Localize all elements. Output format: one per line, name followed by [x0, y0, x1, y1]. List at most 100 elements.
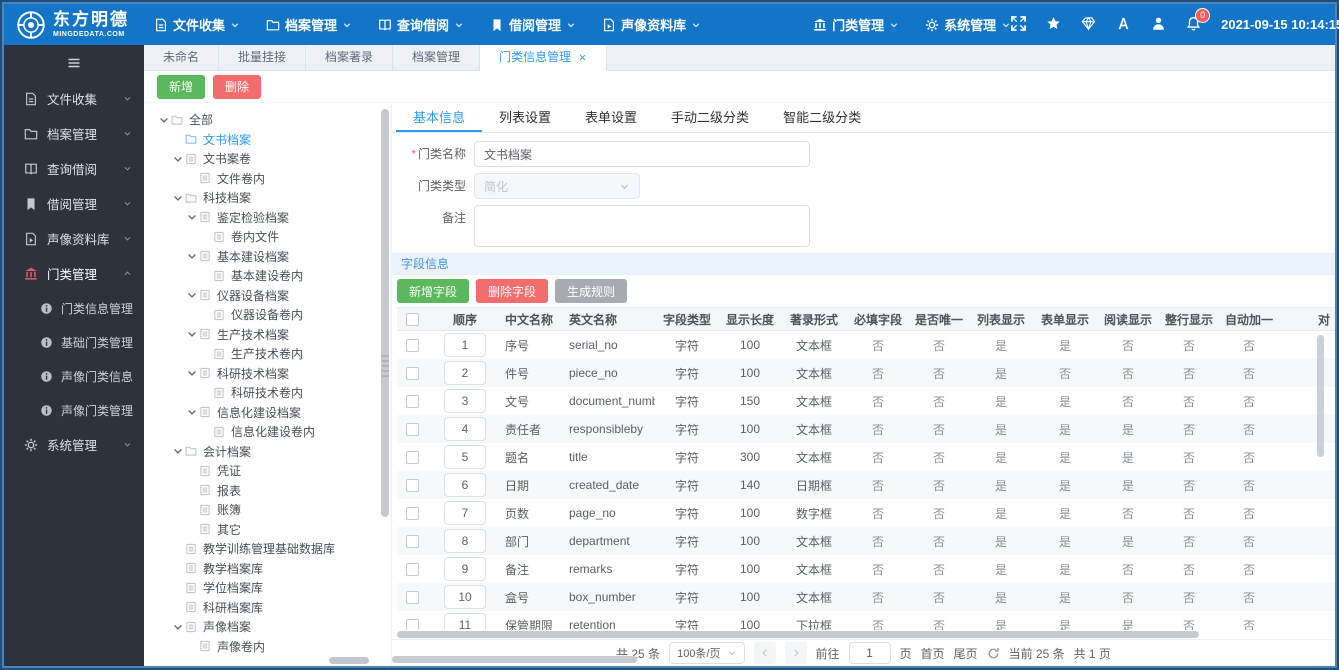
row-checkbox[interactable]	[405, 395, 419, 409]
order-input[interactable]	[444, 417, 486, 441]
first-page-link[interactable]: 首页	[921, 645, 945, 662]
next-page-button[interactable]	[784, 642, 807, 664]
topnav-item-archive-manage[interactable]: 档案管理	[266, 15, 352, 34]
topnav-item-system-manage[interactable]: 系统管理	[925, 15, 1011, 34]
row-checkbox[interactable]	[405, 535, 419, 549]
generate-rule-button[interactable]: 生成规则	[555, 279, 628, 303]
chevron-down-icon[interactable]	[186, 406, 198, 418]
tree-item[interactable]: 仪器设备档案	[148, 286, 379, 306]
sidebar-subitem[interactable]: 基础门类管理	[4, 325, 144, 359]
chevron-down-icon[interactable]	[172, 621, 184, 633]
add-button[interactable]: 新增	[157, 74, 206, 99]
tab-批量挂接[interactable]: 批量挂接	[219, 45, 307, 70]
notifications-button[interactable]: 0	[1186, 7, 1211, 34]
row-checkbox[interactable]	[405, 563, 419, 577]
gem-button[interactable]	[1081, 16, 1096, 34]
tree-item[interactable]: 声像卷内	[148, 637, 379, 657]
tree-horizontal-scrollbar[interactable]	[144, 657, 371, 664]
fullscreen-button[interactable]	[1011, 15, 1027, 34]
tree-item[interactable]: 仪器设备卷内	[148, 305, 379, 325]
tab-档案管理[interactable]: 档案管理	[393, 45, 481, 70]
tree-item[interactable]: 全部	[148, 110, 379, 130]
tree-item[interactable]: 信息化建设档案	[148, 403, 379, 423]
order-input[interactable]	[444, 529, 486, 553]
row-checkbox[interactable]	[405, 507, 419, 521]
sidebar-subitem[interactable]: 声像门类信息	[4, 359, 144, 393]
tree-item[interactable]: 科研档案库	[148, 598, 379, 618]
row-checkbox[interactable]	[405, 423, 419, 437]
topnav-item-media-library[interactable]: 声像资料库	[602, 15, 701, 34]
order-input[interactable]	[444, 585, 486, 609]
detail-tab-基本信息[interactable]: 基本信息	[396, 103, 483, 132]
splitter-grip[interactable]	[382, 355, 389, 379]
page-size-select[interactable]: 100条/页	[669, 642, 745, 664]
tree-item[interactable]: 鉴定检验档案	[148, 208, 379, 228]
add-field-button[interactable]: 新增字段	[397, 279, 470, 303]
sidebar-item-system-manage[interactable]: 系统管理	[4, 427, 144, 462]
chevron-down-icon[interactable]	[172, 445, 184, 457]
detail-tab-手动二级分类[interactable]: 手动二级分类	[654, 103, 766, 132]
chevron-down-icon[interactable]	[186, 328, 198, 340]
order-input[interactable]	[444, 361, 486, 385]
tree-item[interactable]: 基本建设卷内	[148, 266, 379, 286]
tree-item[interactable]: 教学训练管理基础数据库	[148, 539, 379, 559]
tree-item[interactable]: 科研技术档案	[148, 364, 379, 384]
row-checkbox[interactable]	[405, 451, 419, 465]
delete-button[interactable]: 删除	[213, 74, 262, 99]
tree-item[interactable]: 账簿	[148, 500, 379, 520]
user-button[interactable]	[1151, 16, 1166, 34]
tree-scrollbar-thumb[interactable]	[381, 109, 389, 517]
panel-horizontal-scrollbar[interactable]	[392, 656, 637, 663]
order-input[interactable]	[444, 613, 486, 630]
tree-item[interactable]: 科研技术卷内	[148, 383, 379, 403]
goto-page-input[interactable]	[848, 642, 891, 664]
tree-item[interactable]: 其它	[148, 520, 379, 540]
chevron-down-icon[interactable]	[186, 211, 198, 223]
tree-item[interactable]: 生产技术卷内	[148, 344, 379, 364]
tab-未命名[interactable]: 未命名	[144, 45, 220, 70]
prev-page-button[interactable]	[753, 642, 776, 664]
order-input[interactable]	[444, 333, 486, 357]
sidebar-item-category-manage[interactable]: 门类管理	[4, 256, 144, 291]
detail-tab-列表设置[interactable]: 列表设置	[482, 103, 568, 132]
remark-textarea[interactable]	[474, 205, 810, 247]
order-input[interactable]	[444, 473, 486, 497]
chevron-down-icon[interactable]	[186, 367, 198, 379]
detail-tab-智能二级分类[interactable]: 智能二级分类	[766, 103, 878, 132]
star-button[interactable]	[1046, 16, 1061, 34]
topnav-item-borrow-manage[interactable]: 借阅管理	[490, 15, 576, 34]
category-type-select[interactable]: 简化	[474, 173, 640, 199]
tree-item[interactable]: 信息化建设卷内	[148, 422, 379, 442]
chevron-down-icon[interactable]	[186, 250, 198, 262]
tree-item[interactable]: 凭证	[148, 461, 379, 481]
row-checkbox[interactable]	[405, 367, 419, 381]
tree-item[interactable]: 文件卷内	[148, 169, 379, 189]
chevron-down-icon[interactable]	[172, 153, 184, 165]
chevron-down-icon[interactable]	[186, 289, 198, 301]
tree-item[interactable]: 报表	[148, 481, 379, 501]
order-input[interactable]	[444, 445, 486, 469]
tree-item[interactable]: 教学档案库	[148, 559, 379, 579]
tab-档案著录[interactable]: 档案著录	[306, 45, 394, 70]
topnav-item-file-collect[interactable]: 文件收集	[154, 15, 240, 34]
category-name-input[interactable]	[474, 141, 810, 167]
chevron-down-icon[interactable]	[172, 192, 184, 204]
table-vertical-scrollbar[interactable]	[1317, 335, 1324, 457]
logo[interactable]: 东方明德 MINGDEDATA.COM	[4, 10, 152, 40]
tree-item[interactable]: 基本建设档案	[148, 247, 379, 267]
font-size-button[interactable]	[1116, 16, 1131, 34]
order-input[interactable]	[444, 389, 486, 413]
tree-item[interactable]: 声像档案	[148, 617, 379, 637]
topnav-item-category-manage[interactable]: 门类管理	[813, 15, 899, 34]
row-checkbox[interactable]	[405, 479, 419, 493]
tree-item[interactable]: 生产技术档案	[148, 325, 379, 345]
row-checkbox[interactable]	[405, 591, 419, 605]
order-input[interactable]	[444, 501, 486, 525]
panel-splitter[interactable]	[379, 103, 392, 666]
sidebar-subitem[interactable]: 声像门类管理	[4, 393, 144, 427]
tab-门类信息管理[interactable]: 门类信息管理	[480, 45, 608, 71]
table-horizontal-scrollbar[interactable]	[397, 630, 1330, 639]
sidebar-item-query-borrow[interactable]: 查询借阅	[4, 151, 144, 186]
sidebar-collapse-button[interactable]	[4, 45, 144, 81]
tree-item[interactable]: 卷内文件	[148, 227, 379, 247]
